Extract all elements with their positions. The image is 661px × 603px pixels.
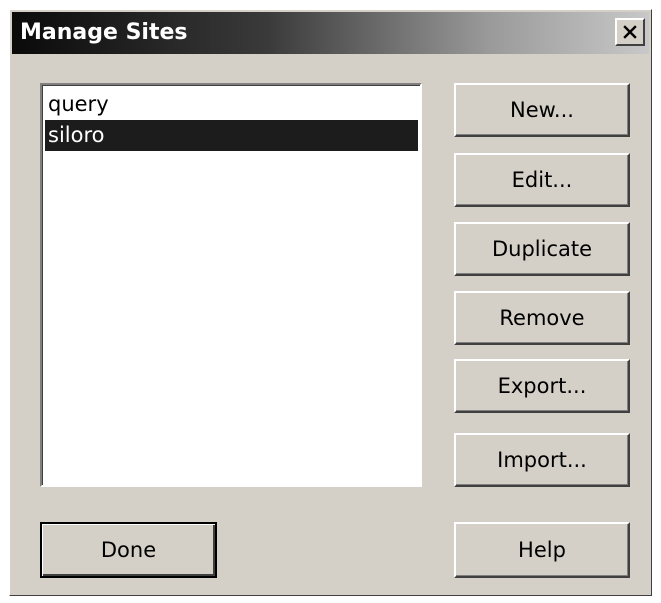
remove-button[interactable]: Remove [454,291,630,345]
new-button[interactable]: New... [454,83,630,137]
help-button[interactable]: Help [454,522,630,578]
list-item[interactable]: siloro [45,120,418,151]
close-icon [623,25,637,39]
duplicate-button[interactable]: Duplicate [454,222,630,276]
export-button[interactable]: Export... [454,359,630,413]
manage-sites-dialog: Manage Sites query siloro New... Edit...… [9,9,652,596]
import-button[interactable]: Import... [454,433,630,487]
sites-list[interactable]: query siloro [40,83,422,487]
list-item[interactable]: query [45,89,418,120]
done-button[interactable]: Done [40,522,217,578]
edit-button[interactable]: Edit... [454,153,630,207]
close-button[interactable] [615,18,645,46]
title-bar[interactable]: Manage Sites [12,12,649,54]
window-title: Manage Sites [20,20,188,45]
